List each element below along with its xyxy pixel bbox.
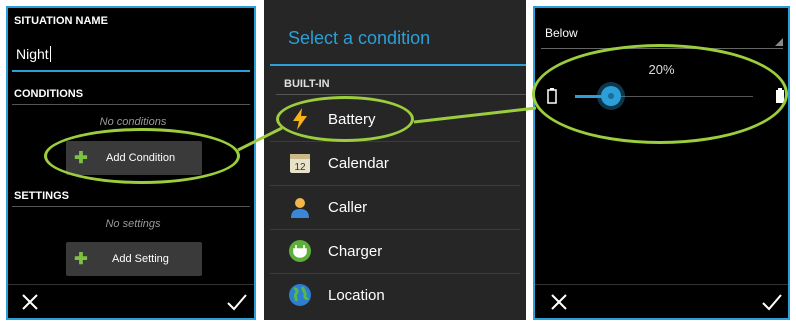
svg-text:12: 12	[294, 162, 306, 173]
plus-icon: ✚	[74, 251, 88, 268]
condition-item-caller[interactable]: Caller	[264, 185, 526, 229]
plug-icon	[289, 240, 311, 262]
comparison-dropdown[interactable]: Below	[545, 26, 578, 40]
battery-full-icon	[776, 88, 784, 103]
cancel-button[interactable]	[549, 292, 569, 317]
no-conditions-text: No conditions	[99, 116, 167, 128]
condition-item-battery[interactable]: Battery	[264, 97, 526, 141]
situation-name-input[interactable]: Night	[16, 46, 51, 62]
add-setting-button[interactable]: ✚ Add Setting	[66, 242, 202, 276]
action-bar-divider	[8, 284, 254, 285]
calendar-icon: 12	[290, 154, 310, 173]
dropdown-underline	[541, 48, 783, 49]
situation-editor-panel: SITUATION NAME Night CONDITIONS No condi…	[6, 6, 256, 320]
dropdown-arrow-icon	[775, 38, 783, 46]
slider-value-label: 20%	[648, 62, 675, 77]
built-in-section-label: BUILT-IN	[284, 78, 330, 90]
globe-icon	[289, 284, 311, 306]
situation-name-label: SITUATION NAME	[14, 15, 108, 27]
condition-item-calendar[interactable]: 12 Calendar	[264, 141, 526, 185]
dialog-title: Select a condition	[288, 28, 431, 48]
settings-section-label: SETTINGS	[14, 190, 70, 202]
check-icon	[762, 294, 782, 311]
slider-thumb[interactable]	[600, 86, 621, 106]
cancel-button[interactable]	[20, 292, 40, 317]
plus-icon: ✚	[74, 150, 88, 167]
lightning-icon	[293, 108, 307, 130]
no-settings-text: No settings	[105, 218, 161, 230]
title-underline	[270, 64, 526, 66]
input-underline	[12, 70, 250, 72]
action-bar-divider	[535, 284, 788, 285]
close-icon	[551, 294, 567, 310]
condition-picker-dialog: Select a condition BUILT-IN Battery 12 C…	[264, 0, 526, 320]
condition-item-location[interactable]: Location	[264, 273, 526, 317]
check-icon	[227, 294, 247, 311]
battery-empty-icon	[547, 88, 557, 104]
battery-condition-panel: Below 20%	[533, 6, 790, 320]
divider	[12, 104, 250, 105]
divider	[12, 206, 250, 207]
confirm-button[interactable]	[761, 292, 783, 317]
confirm-button[interactable]	[226, 292, 248, 317]
close-icon	[22, 294, 38, 310]
condition-item-charger[interactable]: Charger	[264, 229, 526, 273]
person-icon	[291, 198, 309, 218]
divider	[276, 94, 526, 95]
conditions-section-label: CONDITIONS	[14, 88, 84, 100]
add-condition-button[interactable]: ✚ Add Condition	[66, 141, 202, 175]
